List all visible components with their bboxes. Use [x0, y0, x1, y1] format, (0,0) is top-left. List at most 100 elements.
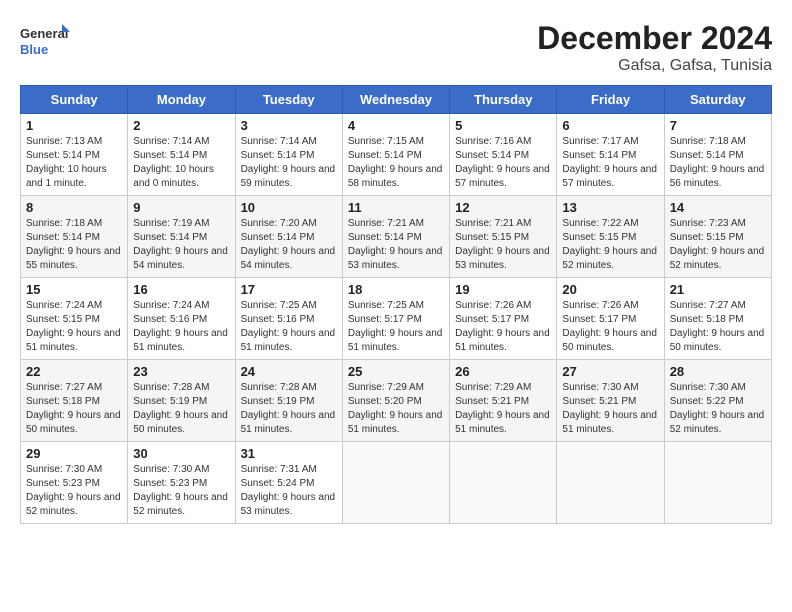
day-number: 27 [562, 364, 658, 379]
day-detail: Sunrise: 7:24 AMSunset: 5:15 PMDaylight:… [26, 300, 121, 353]
day-detail: Sunrise: 7:17 AMSunset: 5:14 PMDaylight:… [562, 136, 657, 189]
day-number: 12 [455, 200, 551, 215]
logo-svg: General Blue [20, 20, 70, 65]
calendar-cell: 31 Sunrise: 7:31 AMSunset: 5:24 PMDaylig… [235, 442, 342, 524]
day-detail: Sunrise: 7:23 AMSunset: 5:15 PMDaylight:… [670, 218, 765, 271]
day-number: 26 [455, 364, 551, 379]
day-number: 15 [26, 282, 122, 297]
day-detail: Sunrise: 7:24 AMSunset: 5:16 PMDaylight:… [133, 300, 228, 353]
calendar-cell: 22 Sunrise: 7:27 AMSunset: 5:18 PMDaylig… [21, 360, 128, 442]
day-detail: Sunrise: 7:13 AMSunset: 5:14 PMDaylight:… [26, 136, 107, 189]
day-number: 30 [133, 446, 229, 461]
calendar-cell: 6 Sunrise: 7:17 AMSunset: 5:14 PMDayligh… [557, 114, 664, 196]
day-number: 11 [348, 200, 444, 215]
calendar-week-5: 29 Sunrise: 7:30 AMSunset: 5:23 PMDaylig… [21, 442, 772, 524]
day-number: 7 [670, 118, 766, 133]
day-number: 10 [241, 200, 337, 215]
svg-text:General: General [20, 26, 68, 41]
day-detail: Sunrise: 7:29 AMSunset: 5:21 PMDaylight:… [455, 382, 550, 435]
day-number: 25 [348, 364, 444, 379]
calendar-cell: 5 Sunrise: 7:16 AMSunset: 5:14 PMDayligh… [450, 114, 557, 196]
calendar-cell: 10 Sunrise: 7:20 AMSunset: 5:14 PMDaylig… [235, 196, 342, 278]
day-detail: Sunrise: 7:16 AMSunset: 5:14 PMDaylight:… [455, 136, 550, 189]
day-detail: Sunrise: 7:21 AMSunset: 5:15 PMDaylight:… [455, 218, 550, 271]
day-number: 22 [26, 364, 122, 379]
day-detail: Sunrise: 7:27 AMSunset: 5:18 PMDaylight:… [670, 300, 765, 353]
weekday-header-thursday: Thursday [450, 86, 557, 114]
page-header: General Blue December 2024 Gafsa, Gafsa,… [20, 20, 772, 75]
calendar-cell [342, 442, 449, 524]
day-detail: Sunrise: 7:27 AMSunset: 5:18 PMDaylight:… [26, 382, 121, 435]
day-number: 14 [670, 200, 766, 215]
calendar-table: SundayMondayTuesdayWednesdayThursdayFrid… [20, 85, 772, 524]
svg-text:Blue: Blue [20, 42, 48, 57]
calendar-cell: 19 Sunrise: 7:26 AMSunset: 5:17 PMDaylig… [450, 278, 557, 360]
day-detail: Sunrise: 7:30 AMSunset: 5:22 PMDaylight:… [670, 382, 765, 435]
weekday-header-sunday: Sunday [21, 86, 128, 114]
calendar-cell: 12 Sunrise: 7:21 AMSunset: 5:15 PMDaylig… [450, 196, 557, 278]
day-detail: Sunrise: 7:28 AMSunset: 5:19 PMDaylight:… [133, 382, 228, 435]
day-number: 9 [133, 200, 229, 215]
calendar-cell: 11 Sunrise: 7:21 AMSunset: 5:14 PMDaylig… [342, 196, 449, 278]
calendar-cell: 7 Sunrise: 7:18 AMSunset: 5:14 PMDayligh… [664, 114, 771, 196]
day-number: 2 [133, 118, 229, 133]
weekday-header-monday: Monday [128, 86, 235, 114]
logo: General Blue [20, 20, 70, 65]
day-detail: Sunrise: 7:26 AMSunset: 5:17 PMDaylight:… [562, 300, 657, 353]
day-number: 19 [455, 282, 551, 297]
day-detail: Sunrise: 7:31 AMSunset: 5:24 PMDaylight:… [241, 464, 336, 517]
day-detail: Sunrise: 7:30 AMSunset: 5:23 PMDaylight:… [26, 464, 121, 517]
day-number: 16 [133, 282, 229, 297]
day-detail: Sunrise: 7:18 AMSunset: 5:14 PMDaylight:… [670, 136, 765, 189]
day-number: 17 [241, 282, 337, 297]
day-detail: Sunrise: 7:15 AMSunset: 5:14 PMDaylight:… [348, 136, 443, 189]
day-detail: Sunrise: 7:21 AMSunset: 5:14 PMDaylight:… [348, 218, 443, 271]
day-number: 8 [26, 200, 122, 215]
calendar-cell: 17 Sunrise: 7:25 AMSunset: 5:16 PMDaylig… [235, 278, 342, 360]
calendar-cell [664, 442, 771, 524]
day-number: 28 [670, 364, 766, 379]
calendar-cell: 9 Sunrise: 7:19 AMSunset: 5:14 PMDayligh… [128, 196, 235, 278]
day-number: 20 [562, 282, 658, 297]
calendar-cell: 26 Sunrise: 7:29 AMSunset: 5:21 PMDaylig… [450, 360, 557, 442]
calendar-week-3: 15 Sunrise: 7:24 AMSunset: 5:15 PMDaylig… [21, 278, 772, 360]
day-number: 29 [26, 446, 122, 461]
calendar-cell: 24 Sunrise: 7:28 AMSunset: 5:19 PMDaylig… [235, 360, 342, 442]
calendar-cell: 4 Sunrise: 7:15 AMSunset: 5:14 PMDayligh… [342, 114, 449, 196]
calendar-cell: 2 Sunrise: 7:14 AMSunset: 5:14 PMDayligh… [128, 114, 235, 196]
calendar-week-4: 22 Sunrise: 7:27 AMSunset: 5:18 PMDaylig… [21, 360, 772, 442]
month-year: December 2024 [537, 20, 772, 57]
calendar-cell: 21 Sunrise: 7:27 AMSunset: 5:18 PMDaylig… [664, 278, 771, 360]
day-number: 13 [562, 200, 658, 215]
calendar-cell: 18 Sunrise: 7:25 AMSunset: 5:17 PMDaylig… [342, 278, 449, 360]
day-detail: Sunrise: 7:18 AMSunset: 5:14 PMDaylight:… [26, 218, 121, 271]
weekday-header-wednesday: Wednesday [342, 86, 449, 114]
weekday-header-friday: Friday [557, 86, 664, 114]
day-number: 1 [26, 118, 122, 133]
calendar-cell: 13 Sunrise: 7:22 AMSunset: 5:15 PMDaylig… [557, 196, 664, 278]
calendar-cell: 25 Sunrise: 7:29 AMSunset: 5:20 PMDaylig… [342, 360, 449, 442]
day-detail: Sunrise: 7:29 AMSunset: 5:20 PMDaylight:… [348, 382, 443, 435]
day-detail: Sunrise: 7:22 AMSunset: 5:15 PMDaylight:… [562, 218, 657, 271]
weekday-header-tuesday: Tuesday [235, 86, 342, 114]
day-detail: Sunrise: 7:25 AMSunset: 5:17 PMDaylight:… [348, 300, 443, 353]
location: Gafsa, Gafsa, Tunisia [537, 57, 772, 75]
day-number: 23 [133, 364, 229, 379]
calendar-cell: 16 Sunrise: 7:24 AMSunset: 5:16 PMDaylig… [128, 278, 235, 360]
calendar-cell: 29 Sunrise: 7:30 AMSunset: 5:23 PMDaylig… [21, 442, 128, 524]
day-detail: Sunrise: 7:30 AMSunset: 5:21 PMDaylight:… [562, 382, 657, 435]
calendar-cell: 1 Sunrise: 7:13 AMSunset: 5:14 PMDayligh… [21, 114, 128, 196]
day-detail: Sunrise: 7:14 AMSunset: 5:14 PMDaylight:… [241, 136, 336, 189]
calendar-cell: 3 Sunrise: 7:14 AMSunset: 5:14 PMDayligh… [235, 114, 342, 196]
day-number: 3 [241, 118, 337, 133]
calendar-week-2: 8 Sunrise: 7:18 AMSunset: 5:14 PMDayligh… [21, 196, 772, 278]
day-number: 5 [455, 118, 551, 133]
calendar-cell [557, 442, 664, 524]
day-number: 6 [562, 118, 658, 133]
title-block: December 2024 Gafsa, Gafsa, Tunisia [537, 20, 772, 75]
day-number: 21 [670, 282, 766, 297]
calendar-week-1: 1 Sunrise: 7:13 AMSunset: 5:14 PMDayligh… [21, 114, 772, 196]
calendar-cell: 8 Sunrise: 7:18 AMSunset: 5:14 PMDayligh… [21, 196, 128, 278]
calendar-cell: 20 Sunrise: 7:26 AMSunset: 5:17 PMDaylig… [557, 278, 664, 360]
weekday-header-saturday: Saturday [664, 86, 771, 114]
